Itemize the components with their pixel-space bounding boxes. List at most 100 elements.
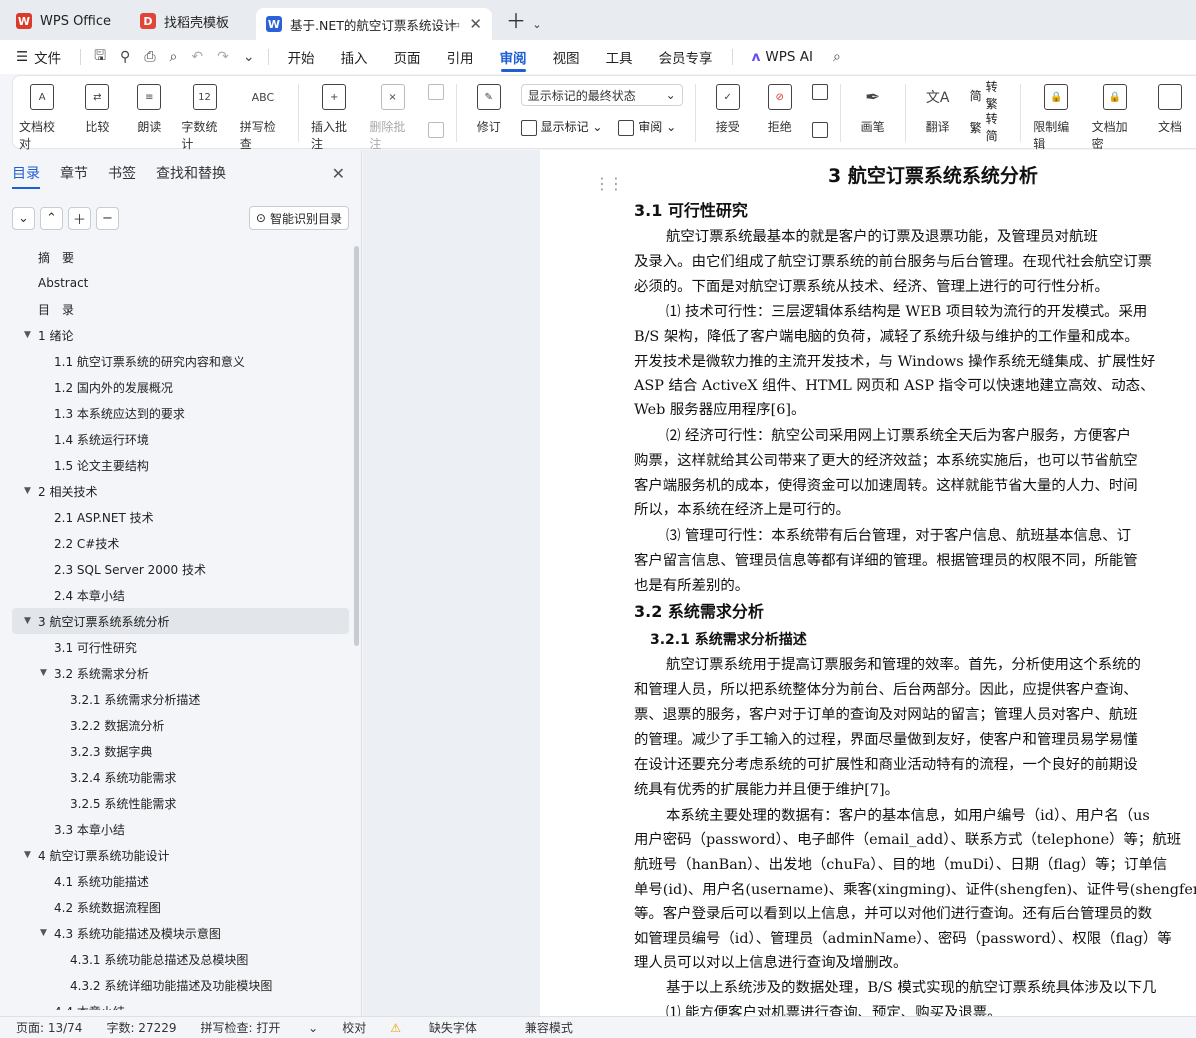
toc-item[interactable]: 4.3.1 系统功能总描述及总模块图 [0, 946, 349, 972]
menu-start[interactable]: 开始 [275, 40, 328, 74]
to-traditional-button[interactable]: 简转繁 [970, 80, 1009, 111]
tab-toc[interactable]: 目录 [12, 163, 40, 189]
insert-comment-button[interactable]: + 插入批注 [311, 84, 357, 152]
add-icon[interactable]: ＋ [68, 206, 91, 230]
toc-item[interactable]: 4.4 本章小结 [0, 998, 349, 1011]
compare-button[interactable]: ⇄ 比较 [77, 84, 117, 135]
toc-item[interactable]: 4.3.2 系统详细功能描述及功能模块图 [0, 972, 349, 998]
toc-item[interactable]: ▼ 3 航空订票系统系统分析 [12, 608, 349, 634]
toc-scrollbar[interactable] [354, 246, 359, 646]
search-icon[interactable]: ⌕ [826, 49, 848, 65]
tab-document[interactable]: W 基于.NET的航空订票系统设计 ▭ ✕ [256, 8, 492, 40]
read-aloud-button[interactable]: ≡ 朗读 [129, 84, 169, 135]
word-count[interactable]: 字数: 27229 [106, 1019, 176, 1036]
toc-item[interactable]: 3.2.1 系统需求分析描述 [0, 686, 349, 712]
menu-insert[interactable]: 插入 [328, 40, 381, 74]
expand-chevron-icon[interactable]: ⌃ [40, 206, 63, 230]
toc-item[interactable]: ▼ 4 航空订票系统功能设计 [0, 842, 349, 868]
toc-item[interactable]: 2.1 ASP.NET 技术 [0, 504, 349, 530]
file-menu[interactable]: ☰ 文件 [0, 40, 74, 74]
expand-arrow-icon[interactable]: ▼ [24, 330, 31, 340]
prev-comment-icon[interactable] [427, 84, 444, 100]
wps-ai-button[interactable]: ᴧ WPS AI [739, 40, 826, 74]
toc-item[interactable]: 1.1 航空订票系统的研究内容和意义 [0, 348, 349, 374]
print-icon[interactable]: ⎙ [137, 49, 162, 65]
document-page[interactable]: ⋮⋮ 3 航空订票系统系统分析 3.1 可行性研究 航空订票系统最基本的就是客户的订… [540, 150, 1196, 1016]
toc-item[interactable]: 3.1 可行性研究 [0, 634, 349, 660]
redo-icon[interactable]: ↷ [210, 49, 236, 65]
expand-arrow-icon[interactable]: ▼ [24, 850, 31, 860]
toc-item[interactable]: 1.5 论文主要结构 [0, 452, 349, 478]
menu-view[interactable]: 视图 [540, 40, 593, 74]
toc-item[interactable]: 3.2.3 数据字典 [0, 738, 349, 764]
collapse-chevron-icon[interactable]: ⌄ [12, 206, 35, 230]
close-icon[interactable]: ✕ [332, 164, 345, 183]
toc-item[interactable]: 4.1 系统功能描述 [0, 868, 349, 894]
toc-item[interactable]: 1.3 本系统应达到的要求 [0, 400, 349, 426]
tab-wps-office[interactable]: W WPS Office [6, 6, 124, 36]
toc-item[interactable]: 2.2 C#技术 [0, 530, 349, 556]
menu-review[interactable]: 审阅 [487, 40, 540, 74]
toc-item[interactable]: ▼ 2 相关技术 [0, 478, 349, 504]
save-icon[interactable]: 🖫 [87, 45, 113, 69]
prev-change-icon[interactable] [811, 84, 828, 100]
toc-item[interactable]: 3.2.5 系统性能需求 [0, 790, 349, 816]
toc-item[interactable]: 3.2.2 数据流分析 [0, 712, 349, 738]
doc-check-button[interactable]: A 文档校对 [19, 84, 65, 152]
tab-find-replace[interactable]: 查找和替换 [156, 163, 226, 183]
spell-check-status[interactable]: 拼写检查: 打开 ⌄ [201, 1019, 319, 1036]
toc-item[interactable]: 摘 要 [0, 244, 349, 270]
menu-page[interactable]: 页面 [381, 40, 434, 74]
toc-item[interactable]: ▼ 3.2 系统需求分析 [0, 660, 349, 686]
toc-item[interactable]: 目 录 [0, 296, 349, 322]
proof-button[interactable]: 校对 [342, 1019, 366, 1036]
toc-item[interactable]: 3.3 本章小结 [0, 816, 349, 842]
translate-button[interactable]: 文A 翻译 [918, 84, 958, 135]
toc-item[interactable]: 2.4 本章小结 [0, 582, 349, 608]
toc-item[interactable]: 2.3 SQL Server 2000 技术 [0, 556, 349, 582]
toc-item[interactable]: ▼ 1 绪论 [0, 322, 349, 348]
close-tab-icon[interactable]: ✕ [469, 15, 482, 33]
toc-item[interactable]: 1.2 国内外的发展概况 [0, 374, 349, 400]
pen-button[interactable]: ✒ 画笔 [853, 84, 893, 135]
doc-more-button[interactable]: 文档 [1150, 84, 1190, 135]
monitor-icon[interactable]: ▭ [450, 18, 460, 31]
tab-template[interactable]: D 找稻壳模板 [130, 6, 250, 36]
page-indicator[interactable]: 页面: 13/74 [16, 1019, 82, 1036]
show-markup-button[interactable]: 显示标记 ⌄ [520, 118, 602, 136]
menu-member[interactable]: 会员专享 [646, 40, 726, 74]
menu-reference[interactable]: 引用 [434, 40, 487, 74]
tab-chapters[interactable]: 章节 [60, 163, 88, 183]
expand-arrow-icon[interactable]: ▼ [24, 486, 31, 496]
expand-arrow-icon[interactable]: ▼ [40, 928, 47, 938]
link-icon[interactable]: ⚲ [113, 49, 137, 65]
next-comment-icon[interactable] [427, 122, 444, 138]
tab-bookmarks[interactable]: 书签 [108, 163, 136, 183]
markup-state-select[interactable]: 显示标记的最终状态 ⌄ [520, 84, 683, 106]
encrypt-button[interactable]: 🔒 文档加密 [1092, 84, 1138, 152]
smart-toc-button[interactable]: ⊙ 智能识别目录 [248, 206, 349, 230]
reject-button[interactable]: ⊘ 拒绝 [760, 84, 800, 135]
delete-comment-button[interactable]: × 删除批注 [369, 84, 415, 152]
accept-button[interactable]: ✓ 接受 [708, 84, 748, 135]
expand-arrow-icon[interactable]: ▼ [40, 668, 47, 678]
to-simplified-button[interactable]: 繁转简 [970, 112, 1009, 143]
next-change-icon[interactable] [811, 122, 828, 138]
spell-check-button[interactable]: ABC 拼写检查 [240, 84, 286, 152]
review-pane-button[interactable]: 审阅 ⌄ [618, 118, 676, 136]
toc-item[interactable]: 4.2 系统数据流程图 [0, 894, 349, 920]
new-tab-icon[interactable]: ＋ ⌄ [506, 5, 542, 34]
word-count-button[interactable]: 12 字数统计 [181, 84, 227, 152]
drag-handle-icon[interactable]: ⋮⋮ [594, 174, 624, 193]
menu-tools[interactable]: 工具 [593, 40, 646, 74]
restrict-edit-button[interactable]: 🔒 限制编辑 [1033, 84, 1079, 152]
toc-item[interactable]: Abstract [0, 270, 349, 296]
remove-icon[interactable]: − [96, 206, 119, 230]
more-chevron-icon[interactable]: ⌄ [236, 49, 262, 65]
expand-arrow-icon[interactable]: ▼ [24, 616, 31, 626]
toc-item[interactable]: 1.4 系统运行环境 [0, 426, 349, 452]
print-preview-icon[interactable]: ⌕ [163, 49, 185, 65]
toc-item[interactable]: ▼ 4.3 系统功能描述及模块示意图 [0, 920, 349, 946]
revise-button[interactable]: ✎ 修订 [469, 84, 509, 135]
toc-item[interactable]: 3.2.4 系统功能需求 [0, 764, 349, 790]
